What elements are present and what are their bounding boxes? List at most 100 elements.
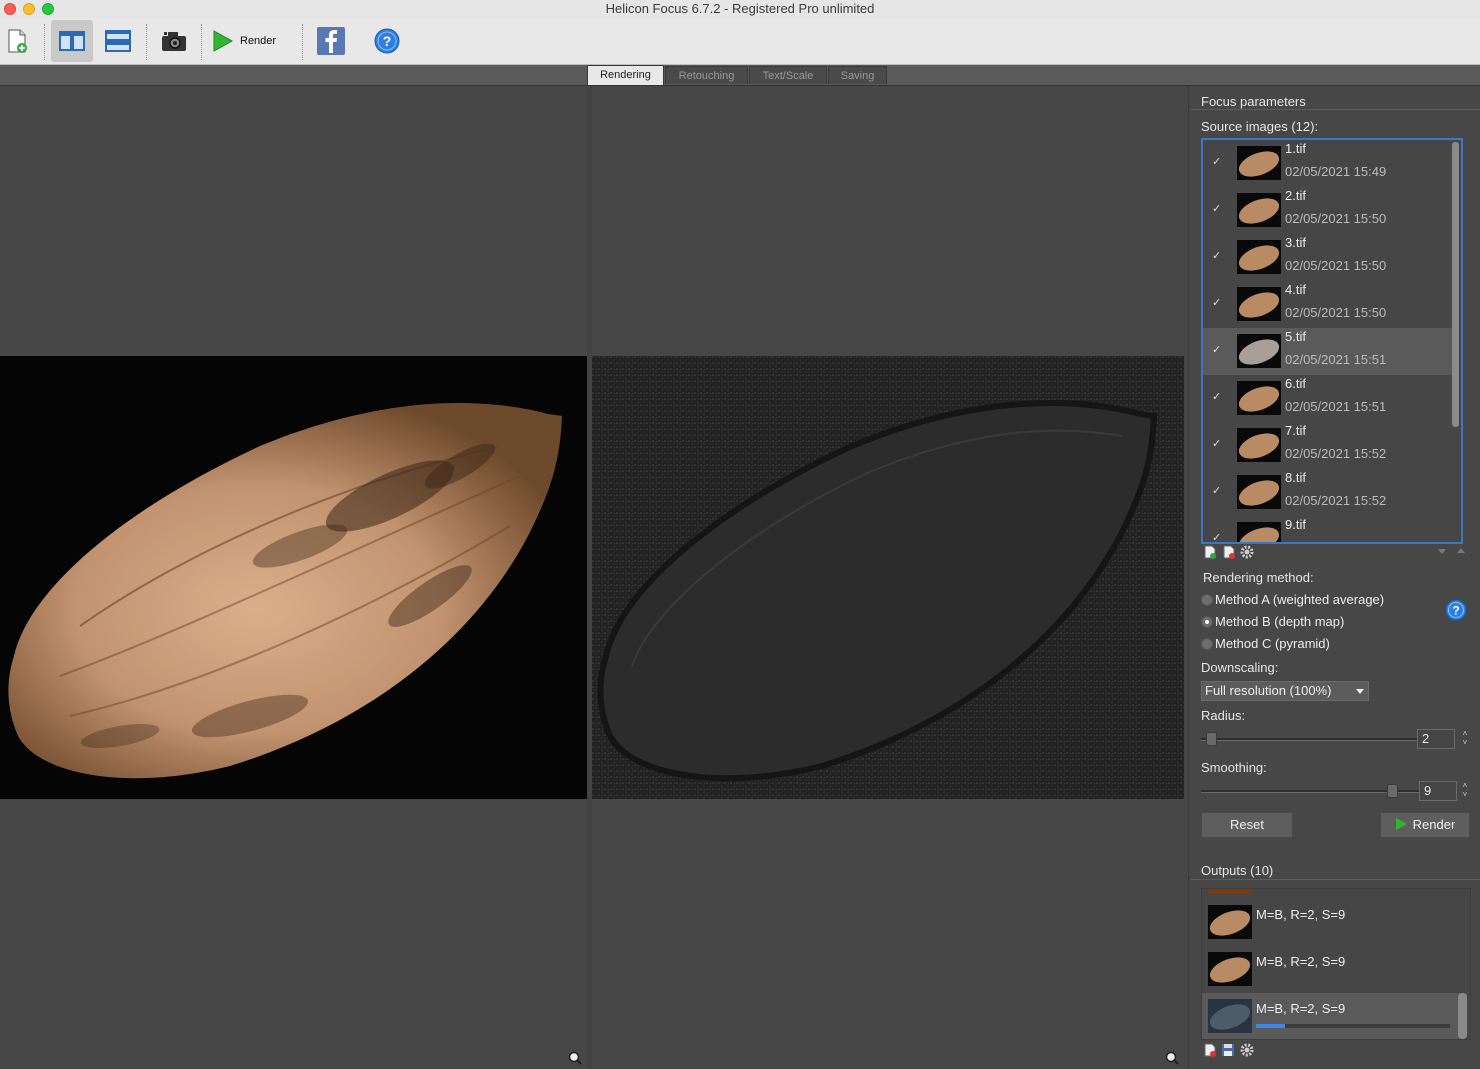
scrollbar[interactable]: [1452, 142, 1459, 427]
gear-icon[interactable]: [1240, 545, 1254, 559]
save-icon[interactable]: [1221, 1043, 1235, 1057]
downscaling-select[interactable]: Full resolution (100%): [1201, 681, 1369, 701]
radius-stepper[interactable]: ˄ ˅: [1459, 729, 1471, 749]
source-images-list[interactable]: ✓ 1.tif 02/05/2021 15:49 ✓ 2.tif 02/05/2…: [1201, 138, 1463, 544]
result-image[interactable]: [0, 356, 587, 799]
tab-retouching[interactable]: Retouching: [665, 66, 748, 84]
tab-saving[interactable]: Saving: [828, 66, 887, 84]
facebook-button[interactable]: [312, 20, 350, 62]
method-help-icon[interactable]: ?: [1445, 599, 1467, 621]
list-item[interactable]: ✓ 5.tif 02/05/2021 15:51: [1203, 328, 1457, 375]
play-icon: [1395, 818, 1407, 830]
downscaling-label: Downscaling:: [1201, 660, 1279, 675]
radius-label: Radius:: [1201, 708, 1246, 723]
render-button[interactable]: Render: [1380, 812, 1470, 838]
checkbox[interactable]: ✓: [1212, 392, 1223, 403]
file-date: 02/05/2021 15:51: [1285, 352, 1387, 367]
downscaling-value: Full resolution (100%): [1205, 683, 1332, 698]
toolbar-separator: [302, 24, 303, 60]
tab-bar: Rendering Retouching Text/Scale Saving: [0, 65, 1480, 86]
smoothing-slider-handle[interactable]: [1387, 784, 1398, 798]
checkbox[interactable]: ✓: [1212, 157, 1223, 168]
help-button[interactable]: ?: [368, 20, 406, 62]
zoom-icon[interactable]: [568, 1051, 582, 1065]
svg-text:?: ?: [1452, 604, 1459, 618]
divider: [1191, 109, 1480, 110]
list-item[interactable]: ✓ 6.tif 02/05/2021 15:51: [1203, 375, 1457, 422]
outputs-list[interactable]: M=B, R=2, S=9 M=B, R=2, S=9 M=B, R=2, S=…: [1201, 888, 1471, 1040]
thumbnail: [1237, 428, 1281, 462]
list-item[interactable]: ✓ 4.tif 02/05/2021 15:50: [1203, 281, 1457, 328]
file-date: 02/05/2021 15:50: [1285, 258, 1387, 273]
method-b-label[interactable]: Method B (depth map): [1215, 614, 1344, 629]
radius-slider-handle[interactable]: [1206, 732, 1217, 746]
method-a-label[interactable]: Method A (weighted average): [1215, 592, 1384, 607]
tab-text-scale[interactable]: Text/Scale: [749, 66, 827, 84]
method-c-label[interactable]: Method C (pyramid): [1215, 636, 1330, 651]
method-c-radio[interactable]: [1201, 638, 1213, 650]
file-name: 5.tif: [1285, 329, 1306, 344]
remove-output-icon[interactable]: [1203, 1043, 1217, 1057]
list-item[interactable]: ✓ 2.tif 02/05/2021 15:50: [1203, 187, 1457, 234]
new-document-button[interactable]: [2, 20, 32, 62]
move-up-icon[interactable]: [1457, 548, 1465, 553]
list-item[interactable]: M=B, R=2, S=9: [1202, 993, 1460, 1039]
list-item[interactable]: ✓ 7.tif 02/05/2021 15:52: [1203, 422, 1457, 469]
camera-button[interactable]: [156, 20, 192, 62]
remove-images-icon[interactable]: [1222, 545, 1236, 559]
checkbox[interactable]: ✓: [1212, 204, 1223, 215]
focus-parameters-panel: Focus parameters Source images (12): ✓ 1…: [1188, 86, 1480, 1069]
smoothing-input[interactable]: 9: [1419, 781, 1457, 801]
scrollbar[interactable]: [1458, 993, 1467, 1039]
stacked-view-button[interactable]: [98, 20, 138, 62]
list-item[interactable]: ✓ 8.tif 02/05/2021 15:52: [1203, 469, 1457, 516]
camera-icon: [162, 32, 186, 51]
two-pane-view-button[interactable]: [51, 20, 93, 62]
list-item[interactable]: M=B, R=2, S=9: [1202, 899, 1460, 946]
list-item[interactable]: ✓ 1.tif 02/05/2021 15:49: [1203, 140, 1457, 187]
window-title: Helicon Focus 6.7.2 - Registered Pro unl…: [605, 1, 875, 16]
source-images-label: Source images (12):: [1201, 119, 1319, 134]
thumbnail: [1208, 905, 1252, 939]
title-bar: Helicon Focus 6.7.2 - Registered Pro unl…: [0, 0, 1480, 18]
checkbox[interactable]: ✓: [1212, 345, 1223, 356]
checkbox[interactable]: ✓: [1212, 251, 1223, 262]
file-name: 7.tif: [1285, 423, 1306, 438]
svg-text:?: ?: [383, 33, 392, 49]
move-down-icon[interactable]: [1438, 549, 1446, 554]
list-item[interactable]: ✓ 3.tif 02/05/2021 15:50: [1203, 234, 1457, 281]
checkbox[interactable]: ✓: [1212, 533, 1223, 543]
thumbnail: [1237, 475, 1281, 509]
radius-input[interactable]: 2: [1417, 729, 1455, 749]
divider: [1191, 879, 1480, 880]
render-toolbar-button[interactable]: Render: [210, 20, 282, 62]
smoothing-stepper[interactable]: ˄ ˅: [1459, 781, 1471, 801]
zoom-icon[interactable]: [1165, 1051, 1179, 1065]
file-date: 02/05/2021 15:50: [1285, 211, 1387, 226]
output-label: M=B, R=2, S=9: [1256, 1001, 1346, 1016]
radius-slider-track[interactable]: [1201, 738, 1421, 741]
checkbox[interactable]: ✓: [1212, 298, 1223, 309]
method-b-radio[interactable]: [1201, 616, 1213, 628]
checkbox[interactable]: ✓: [1212, 439, 1223, 450]
checkbox[interactable]: ✓: [1212, 486, 1223, 497]
file-date: 02/05/2021 15:49: [1285, 164, 1387, 179]
gear-icon[interactable]: [1240, 1043, 1254, 1057]
reset-button[interactable]: Reset: [1201, 812, 1293, 838]
toolbar-separator: [146, 24, 147, 60]
add-images-icon[interactable]: [1203, 545, 1217, 559]
play-icon: [213, 30, 234, 52]
tab-rendering[interactable]: Rendering: [587, 65, 664, 85]
almond-image: [8, 403, 562, 779]
output-label: M=B, R=2, S=9: [1256, 954, 1346, 969]
depth-map-image[interactable]: [592, 356, 1184, 799]
thumbnail: [1237, 193, 1281, 227]
file-name: 8.tif: [1285, 470, 1306, 485]
list-item[interactable]: M=B, R=2, S=9: [1202, 946, 1460, 993]
file-name: 6.tif: [1285, 376, 1306, 391]
method-a-radio[interactable]: [1201, 594, 1213, 606]
render-button-label: Render: [1412, 817, 1456, 832]
smoothing-label: Smoothing:: [1201, 760, 1267, 775]
list-item[interactable]: ✓ 9.tif: [1203, 516, 1457, 543]
facebook-icon: [317, 27, 345, 55]
